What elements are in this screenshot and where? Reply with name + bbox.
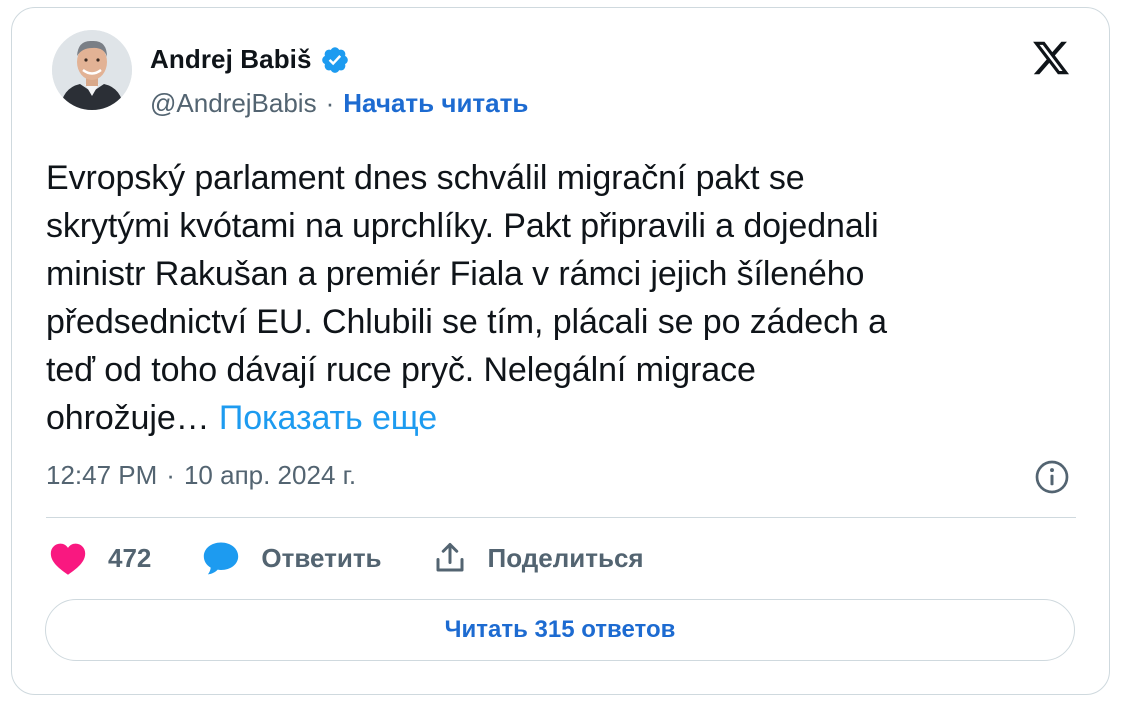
show-more-link[interactable]: Показать еще — [219, 399, 437, 437]
tweet-text-line: teď od toho dávají ruce pryč. Nelegální … — [46, 351, 756, 389]
handle-row: @AndrejBabis · Начать читать — [150, 88, 528, 119]
meta-separator: · — [166, 460, 175, 490]
like-count: 472 — [108, 542, 152, 573]
tweet-text-line: předsednictví EU. Chlubili se tím, pláca… — [46, 303, 887, 341]
follow-link[interactable]: Начать читать — [343, 88, 528, 119]
speech-bubble-icon — [204, 542, 239, 575]
author-avatar[interactable] — [52, 30, 132, 110]
share-label: Поделиться — [487, 542, 644, 573]
x-logo-icon[interactable] — [1030, 38, 1072, 78]
read-replies-button[interactable]: Читать 315 ответов — [45, 599, 1075, 661]
divider — [46, 517, 1076, 518]
verified-badge-icon — [321, 46, 348, 73]
info-icon[interactable] — [1034, 459, 1070, 495]
tweet-text-last-line: ohrožuje… Показать еще — [46, 394, 1046, 442]
tweet-text: Evropský parlament dnes schválil migračn… — [46, 154, 1046, 442]
tweet-date[interactable]: 10 апр. 2024 г. — [184, 460, 356, 491]
tweet-time[interactable]: 12:47 PM — [46, 460, 157, 491]
avatar-photo — [52, 30, 132, 110]
handle-separator: · — [325, 88, 335, 118]
reply-label: Ответить — [261, 542, 382, 573]
tweet-text-tail: ohrožuje… — [46, 399, 210, 437]
author-handle[interactable]: @AndrejBabis — [150, 88, 317, 119]
author-name[interactable]: Andrej Babiš — [150, 44, 312, 75]
read-replies-label: Читать 315 ответов — [444, 616, 676, 643]
share-button[interactable]: Поделиться — [432, 540, 644, 576]
tweet-text-line: Evropský parlament dnes schválil migračn… — [46, 159, 805, 197]
author-name-row[interactable]: Andrej Babiš — [150, 44, 350, 75]
like-button[interactable]: 472 — [48, 540, 151, 576]
heart-icon — [50, 543, 86, 575]
tweet-meta: 12:47 PM · 10 апр. 2024 г. — [46, 460, 356, 491]
share-upload-icon — [436, 543, 464, 572]
action-bar: 472 Ответить Поделиться — [48, 538, 694, 578]
tweet-text-line: skrytými kvótami na uprchlíky. Pakt přip… — [46, 207, 879, 245]
reply-button[interactable]: Ответить — [201, 540, 382, 576]
tweet-text-line: ministr Rakušan a premiér Fiala v rámci … — [46, 255, 865, 293]
